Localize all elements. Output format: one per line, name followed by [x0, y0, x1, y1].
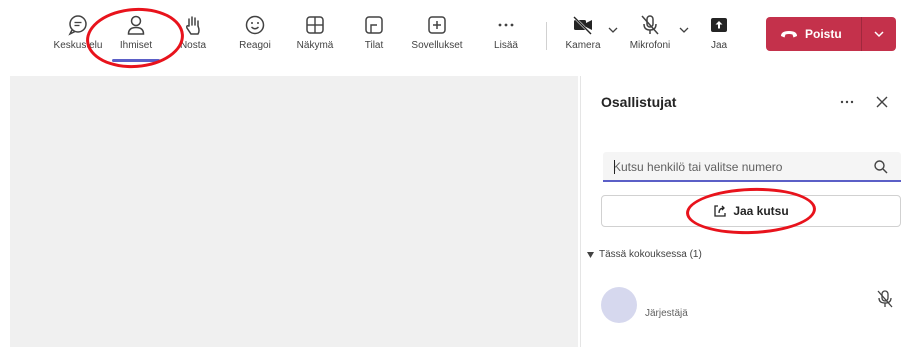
- toolbar-more-button[interactable]: Lisää: [488, 12, 524, 66]
- share-screen-icon: [706, 12, 732, 38]
- emoji-icon: [242, 12, 268, 38]
- toolbar-mic-button[interactable]: Mikrofoni: [622, 12, 678, 66]
- panel-title: Osallistujat: [601, 94, 677, 110]
- leave-options-button[interactable]: [862, 28, 896, 40]
- hang-up-icon: [781, 31, 797, 38]
- add-app-icon: [424, 12, 450, 38]
- toolbar-raise-hand-label: Nosta: [179, 40, 207, 51]
- panel-close-button[interactable]: [871, 91, 893, 113]
- mic-chevron-down-icon[interactable]: [678, 24, 690, 36]
- toolbar-camera-label: Kamera: [565, 40, 601, 51]
- chevron-down-icon: [874, 31, 884, 38]
- share-invite-icon: [713, 204, 727, 218]
- panel-more-options-button[interactable]: [837, 92, 857, 112]
- caret-down-icon: [587, 251, 594, 258]
- toolbar-rooms-label: Tilat: [364, 40, 384, 51]
- search-icon[interactable]: [873, 159, 889, 175]
- toolbar-share-button[interactable]: Jaa: [704, 12, 734, 66]
- text-cursor: [614, 160, 615, 174]
- in-meeting-section-header[interactable]: Tässä kokouksessa (1): [587, 249, 702, 260]
- toolbar-chat-label: Keskustelu: [53, 40, 103, 51]
- mic-off-icon: [637, 12, 663, 38]
- toolbar-react-button[interactable]: Reagoi: [232, 12, 278, 66]
- leave-button-label: Poistu: [805, 27, 842, 41]
- toolbar-share-label: Jaa: [710, 40, 728, 51]
- leave-button[interactable]: Poistu: [766, 17, 861, 51]
- toolbar-react-label: Reagoi: [239, 40, 271, 51]
- toolbar-people-button[interactable]: Ihmiset: [112, 12, 160, 66]
- toolbar-apps-button[interactable]: Sovellukset: [404, 12, 470, 66]
- toolbar-mic-label: Mikrofoni: [629, 40, 671, 51]
- meeting-toolbar: Keskustelu Ihmiset Nosta Reagoi Näkymä T…: [0, 0, 902, 70]
- toolbar-chat-button[interactable]: Keskustelu: [48, 12, 108, 66]
- participant-mic-off-icon: [877, 290, 893, 308]
- invite-search-box: [603, 152, 901, 182]
- more-icon: [840, 100, 854, 104]
- leave-button-group: Poistu: [766, 17, 896, 51]
- participants-panel: Osallistujat Jaa kutsu Tässä kokouksessa…: [580, 76, 902, 347]
- raise-hand-icon: [180, 12, 206, 38]
- active-tab-indicator: [112, 59, 160, 62]
- participant-role: Järjestäjä: [645, 308, 688, 319]
- toolbar-camera-button[interactable]: Kamera: [560, 12, 606, 66]
- section-label: Tässä kokouksessa (1): [599, 249, 702, 260]
- people-icon: [123, 12, 149, 38]
- toolbar-rooms-button[interactable]: Tilat: [356, 12, 392, 66]
- toolbar-view-label: Näkymä: [296, 40, 334, 51]
- invite-search-input[interactable]: [613, 158, 863, 176]
- meeting-stage: [10, 76, 578, 347]
- share-invite-label: Jaa kutsu: [733, 204, 789, 218]
- toolbar-apps-label: Sovellukset: [411, 40, 463, 51]
- rooms-icon: [361, 12, 387, 38]
- share-invite-button[interactable]: Jaa kutsu: [601, 195, 901, 227]
- toolbar-people-label: Ihmiset: [119, 40, 153, 51]
- close-icon: [876, 96, 888, 108]
- chat-icon: [65, 12, 91, 38]
- toolbar-view-button[interactable]: Näkymä: [290, 12, 340, 66]
- toolbar-more-label: Lisää: [494, 40, 518, 51]
- camera-chevron-down-icon[interactable]: [607, 24, 619, 36]
- toolbar-divider: [546, 22, 547, 50]
- avatar: [601, 287, 637, 323]
- grid-icon: [302, 12, 328, 38]
- more-icon: [493, 12, 519, 38]
- camera-off-icon: [570, 12, 596, 38]
- toolbar-raise-hand-button[interactable]: Nosta: [170, 12, 216, 66]
